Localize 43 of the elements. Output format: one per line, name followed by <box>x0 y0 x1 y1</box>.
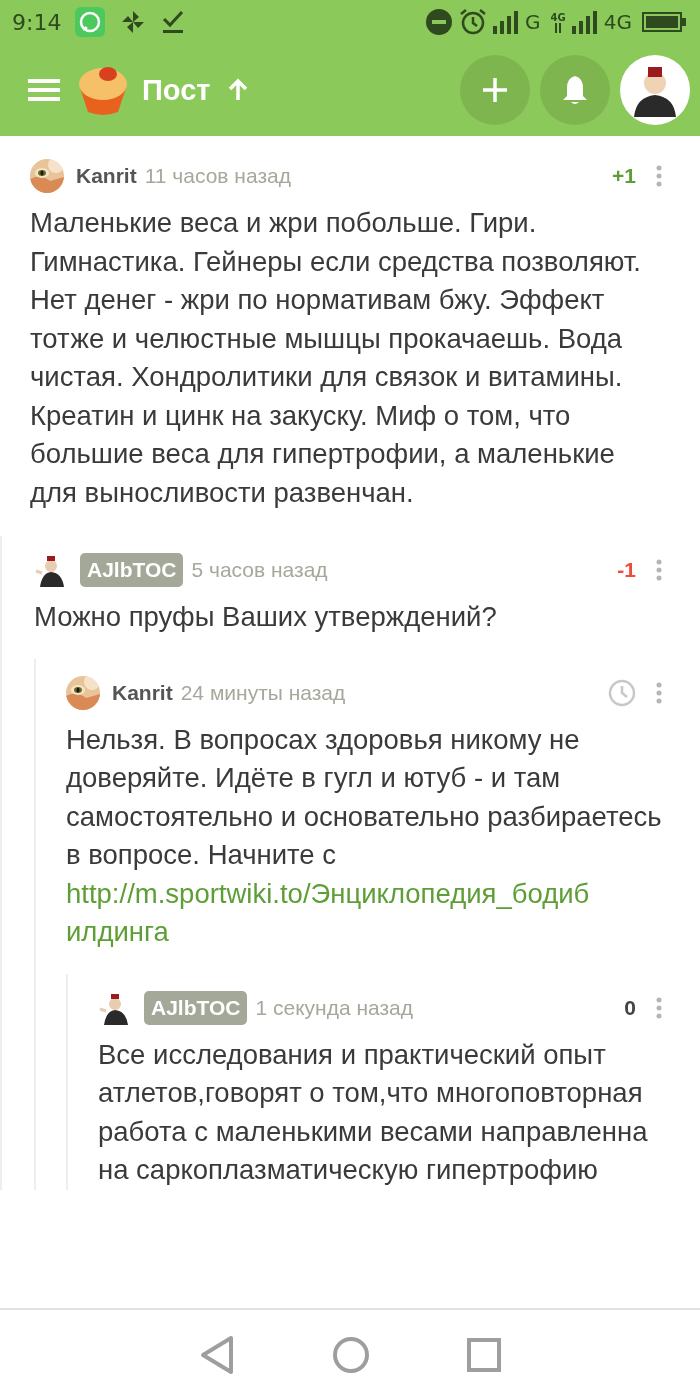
author-badge[interactable]: AJlbTOC <box>80 553 184 587</box>
comment-time: 1 секунда назад <box>255 995 415 1020</box>
comment-text: Маленькие веса и жри побольше. Гири. Гимнастика. Гейнеры если средства позволяют. Нет денег - жри по нормативам бжу. Эффект тотже и челюстные мышцы прокачаешь. Вода чистая. Хондролитики для связок и витамины. Креатин и цинк на закуску. Миф о том, что большие веса для гипертрофии, а маленькие для выносливости развенчан. <box>30 206 642 510</box>
recents-icon[interactable] <box>467 1338 502 1372</box>
comment-rating: +1 <box>612 164 636 188</box>
more-icon[interactable] <box>656 559 662 581</box>
more-icon[interactable] <box>656 165 662 187</box>
bell-icon <box>561 74 589 106</box>
network-type: G <box>525 10 541 34</box>
arrow-up-icon[interactable] <box>226 78 249 102</box>
comment-text: Нельзя. В вопросах здоровья никому не доверяйте. Идёте в гугл и ютуб - и там самостоятельно и основательно разбираетесь в вопросе. Начните с <box>66 722 663 872</box>
back-icon[interactable] <box>198 1335 235 1375</box>
comment-link[interactable]: http://m.sportwiki.to/Энциклопедия_бодибилдинга <box>66 874 600 952</box>
alarm-icon <box>459 8 488 36</box>
do-not-disturb-icon <box>425 8 454 36</box>
download-done-icon <box>161 9 186 35</box>
clock-icon <box>608 678 636 707</box>
comment-text: Все исследования и практический опыт атлетов,говорят о том,что многоповторная работа с маленькими весами направленна на саркоплазматическую гипертрофию <box>98 1037 649 1187</box>
more-icon[interactable] <box>656 996 662 1019</box>
home-icon[interactable] <box>332 1336 370 1374</box>
author-name[interactable]: Kanrit <box>112 680 173 705</box>
comment-time: 24 минуты назад <box>180 680 347 705</box>
author-badge[interactable]: AJlbTOC <box>144 990 248 1025</box>
clock-time: 9:14 <box>12 9 62 35</box>
network-type: 4G <box>603 10 632 34</box>
comment-text: Можно пруфы Ваших утверждений? <box>34 600 498 634</box>
cupcake-logo-icon <box>76 64 130 116</box>
comment-time: 11 часов назад <box>144 164 292 188</box>
battery-icon <box>642 12 686 32</box>
data-arrows-icon <box>553 22 564 33</box>
comment-time: 5 часов назад <box>191 558 329 582</box>
signal-icon <box>571 10 598 34</box>
chat-app-icon <box>75 7 106 37</box>
signal-icon <box>493 10 520 34</box>
author-name[interactable]: Kanrit <box>76 164 137 188</box>
page-title: Пост <box>142 73 211 107</box>
network-type: 4G <box>550 11 566 23</box>
menu-icon[interactable] <box>28 78 60 102</box>
comment-rating: -1 <box>617 558 636 582</box>
more-icon[interactable] <box>656 681 662 704</box>
user-avatar[interactable] <box>620 55 690 125</box>
comment-rating: 0 <box>624 995 636 1020</box>
plus-icon <box>481 76 509 104</box>
